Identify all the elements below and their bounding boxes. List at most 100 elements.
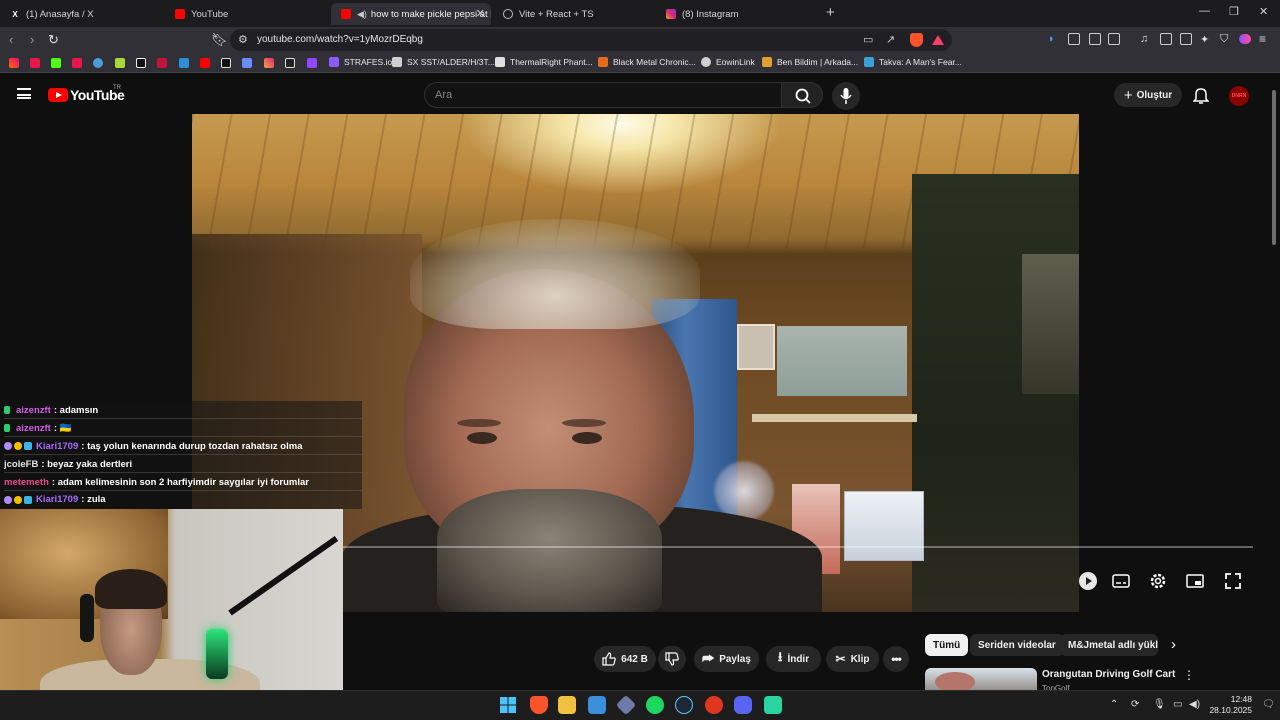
subtitles-button[interactable] bbox=[1111, 571, 1131, 591]
bookmark-favicon-icon[interactable] bbox=[179, 58, 189, 68]
start-menu-icon[interactable] bbox=[499, 696, 517, 714]
site-settings-icon[interactable]: ⚙︎ bbox=[238, 33, 248, 46]
x-logo-icon[interactable] bbox=[221, 58, 231, 68]
download-button[interactable]: ⭳ İndir bbox=[766, 646, 821, 672]
chips-next-icon[interactable]: › bbox=[1171, 636, 1176, 653]
tab-vite[interactable]: Vite + React + TS bbox=[493, 3, 658, 25]
twitch-icon[interactable] bbox=[307, 58, 317, 68]
app-taskbar-icon[interactable] bbox=[705, 696, 723, 714]
forward-icon[interactable]: › bbox=[30, 32, 34, 47]
share-icon[interactable]: ↗ bbox=[886, 33, 895, 46]
brave-browser-taskbar-icon[interactable] bbox=[530, 696, 548, 714]
file-explorer-icon[interactable] bbox=[558, 696, 576, 714]
close-window-icon[interactable]: ✕ bbox=[1259, 5, 1268, 18]
tray-microphone-icon[interactable]: 🎙︎ bbox=[1153, 699, 1166, 710]
tiktok-icon[interactable] bbox=[136, 58, 146, 68]
steam-icon[interactable] bbox=[675, 696, 693, 714]
media-controls-icon[interactable]: ♫ bbox=[1140, 33, 1148, 45]
bookmark-favicon-icon[interactable] bbox=[242, 58, 252, 68]
audio-wave-icon[interactable]: ◗ bbox=[1048, 33, 1055, 45]
tab-active-video[interactable]: ◀) how to make pickle pepsi at h ✕ bbox=[331, 3, 491, 25]
spotify-icon[interactable] bbox=[646, 696, 664, 714]
bookmark-ben-bildim[interactable]: Ben Bildim | Arkada... bbox=[762, 57, 858, 67]
app-taskbar-icon[interactable] bbox=[764, 696, 782, 714]
fullscreen-button[interactable] bbox=[1223, 571, 1243, 591]
tray-chevron-icon[interactable]: ⌃ bbox=[1110, 699, 1118, 710]
clip-button[interactable]: ✂ Klip bbox=[826, 646, 879, 672]
bookmark-takva[interactable]: Takva: A Man's Fear... bbox=[864, 57, 962, 67]
bookmark-eowinlink[interactable]: EowinLink bbox=[701, 57, 755, 67]
discord-icon[interactable] bbox=[734, 696, 752, 714]
address-bar[interactable]: ⚙︎ youtube.com/watch?v=1yMozrDEqbg ▭ ↗ bbox=[230, 29, 952, 51]
create-button[interactable]: + Oluştur bbox=[1114, 83, 1182, 107]
notifications-bell-icon[interactable] bbox=[1193, 87, 1209, 104]
bookmark-favicon-icon[interactable] bbox=[285, 58, 295, 68]
kick-icon[interactable] bbox=[51, 58, 61, 68]
brave-shields-icon[interactable] bbox=[910, 33, 923, 47]
bookmark-favicon-icon[interactable] bbox=[157, 58, 167, 68]
recommendation-title[interactable]: Orangutan Driving Golf Cart bbox=[1042, 669, 1175, 680]
vpn-shield-icon[interactable]: ⛉ bbox=[1220, 33, 1228, 46]
leo-ai-icon[interactable]: ✦ bbox=[1200, 33, 1209, 46]
cast-icon[interactable]: ▭ bbox=[863, 33, 873, 46]
minimize-icon[interactable]: — bbox=[1199, 5, 1210, 17]
close-tab-icon[interactable]: ✕ bbox=[476, 7, 485, 20]
wallet-icon[interactable] bbox=[1180, 33, 1192, 45]
new-tab-button[interactable]: + bbox=[826, 4, 835, 21]
extension-icon[interactable] bbox=[1068, 33, 1080, 45]
bookmark-thermalright[interactable]: ThermalRight Phant... bbox=[495, 57, 593, 67]
page-scrollbar[interactable] bbox=[1272, 90, 1276, 245]
settings-button[interactable] bbox=[1148, 571, 1168, 591]
more-vertical-icon[interactable]: ⋮ bbox=[1183, 668, 1195, 682]
chip-uploader[interactable]: M&Jmetal adlı yükleyi bbox=[1060, 634, 1158, 656]
back-icon[interactable]: ‹ bbox=[9, 32, 13, 47]
main-menu-icon[interactable]: ≡ bbox=[1259, 32, 1266, 46]
brave-rewards-icon[interactable] bbox=[932, 35, 944, 45]
chip-series-videos[interactable]: Seriden videolar bbox=[970, 634, 1064, 656]
chip-all[interactable]: Tümü bbox=[925, 634, 969, 656]
taskbar-clock[interactable]: 12:48 28.10.2025 bbox=[1206, 694, 1252, 716]
sidebar-icon[interactable] bbox=[1160, 33, 1172, 45]
bookmark-favicon-icon[interactable] bbox=[9, 58, 19, 68]
screenshot-icon[interactable] bbox=[1108, 33, 1120, 45]
more-actions-button[interactable]: ••• bbox=[883, 646, 909, 672]
bookmark-favicon-icon[interactable] bbox=[72, 58, 82, 68]
chat-message: jcoleFB : beyaz yaka dertleri bbox=[4, 456, 362, 473]
tab-youtube[interactable]: YouTube bbox=[165, 3, 330, 25]
tab-instagram[interactable]: (8) Instagram bbox=[656, 3, 821, 25]
instagram-icon[interactable] bbox=[264, 58, 274, 68]
video-progress-bar[interactable] bbox=[343, 546, 1253, 548]
like-button[interactable]: 642 B bbox=[594, 646, 656, 672]
reload-icon[interactable]: ↻ bbox=[48, 32, 59, 48]
search-button[interactable] bbox=[781, 82, 823, 108]
tray-network-icon[interactable]: ▭ bbox=[1173, 699, 1182, 710]
notification-center-icon[interactable]: 🗨︎ bbox=[1262, 699, 1275, 710]
share-button[interactable]: ⮫ Paylaş bbox=[694, 646, 759, 672]
search-input[interactable]: Ara bbox=[424, 82, 782, 108]
autoplay-toggle[interactable] bbox=[1078, 571, 1098, 591]
tray-sync-icon[interactable]: ⟳ bbox=[1131, 699, 1139, 710]
puzzle-icon[interactable] bbox=[1089, 33, 1101, 45]
youtube-logo-icon[interactable] bbox=[48, 88, 68, 102]
hamburger-menu-icon[interactable] bbox=[17, 88, 31, 99]
profile-icon[interactable] bbox=[1239, 34, 1251, 44]
bookmark-favicon-icon[interactable] bbox=[115, 58, 125, 68]
bookmark-favicon-icon[interactable] bbox=[93, 58, 103, 68]
bookmark-favicon-icon[interactable] bbox=[30, 58, 40, 68]
bookmark-icon[interactable]: 🔖︎ bbox=[211, 32, 228, 48]
url-text[interactable]: youtube.com/watch?v=1yMozrDEqbg bbox=[257, 34, 423, 45]
account-avatar[interactable]: DNRN bbox=[1229, 86, 1249, 106]
recommendation-thumbnail[interactable] bbox=[925, 668, 1037, 692]
photos-app-icon[interactable] bbox=[588, 696, 606, 714]
youtube-icon[interactable] bbox=[200, 58, 210, 68]
bookmark-strafes[interactable]: STRAFES.io bbox=[329, 57, 392, 67]
voice-search-button[interactable] bbox=[832, 82, 860, 110]
dislike-button[interactable] bbox=[658, 646, 686, 672]
miniplayer-button[interactable] bbox=[1185, 571, 1205, 591]
tray-volume-icon[interactable]: ◀) bbox=[1189, 699, 1200, 710]
speaker-icon[interactable]: ◀) bbox=[357, 9, 367, 20]
tab-x-home[interactable]: X (1) Anasayfa / X bbox=[0, 3, 165, 25]
bookmark-sx-sst[interactable]: SX SST/ALDER/H/3T... bbox=[392, 57, 495, 67]
bookmark-black-metal[interactable]: Black Metal Chronic... bbox=[598, 57, 696, 67]
restore-icon[interactable]: ❐ bbox=[1229, 5, 1239, 18]
